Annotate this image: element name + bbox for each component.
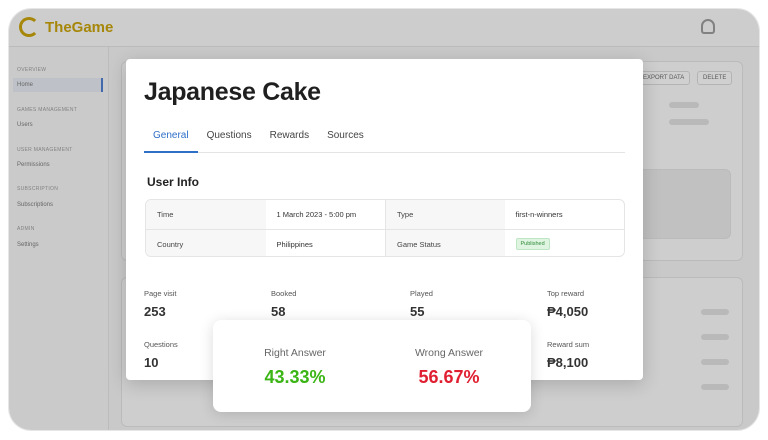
status-badge: Published: [515, 238, 550, 250]
wrong-answer-value: 56.67%: [418, 367, 480, 387]
time-label: Time: [146, 200, 266, 229]
stat-value: 58: [271, 304, 286, 319]
stat-page-visit: Page visit 253: [144, 289, 177, 319]
right-answer-value: 43.33%: [264, 367, 326, 387]
stat-value: 10: [144, 355, 159, 370]
stat-played: Played 55: [410, 289, 433, 319]
status-cell: Published: [505, 230, 625, 256]
table-row: Time 1 March 2023 - 5:00 pm Type first-n…: [146, 200, 624, 229]
wrong-answer-label: Wrong Answer: [414, 347, 484, 359]
answer-ratio-card: Right Answer 43.33% Wrong Answer 56.67%: [213, 320, 531, 412]
stat-reward-sum: Reward sum ₱8,100: [547, 340, 589, 370]
stat-top-reward: Top reward ₱4,050: [547, 289, 588, 319]
tab-rewards[interactable]: Rewards: [261, 129, 318, 153]
stat-value: ₱4,050: [547, 304, 589, 319]
country-value: Philippines: [276, 239, 313, 249]
stat-booked: Booked 58: [271, 289, 296, 319]
tab-general[interactable]: General: [144, 129, 198, 153]
stat-label: Page visit: [144, 289, 177, 298]
type-value: first-n-winners: [515, 210, 563, 219]
stat-label: Booked: [271, 289, 297, 298]
stat-value: ₱8,100: [547, 355, 589, 370]
country-label: Country: [146, 230, 266, 256]
user-info-table: Time 1 March 2023 - 5:00 pm Type first-n…: [145, 199, 625, 257]
modal-title: Japanese Cake: [144, 78, 321, 106]
time-value: 1 March 2023 - 5:00 pm: [276, 210, 357, 219]
stat-label: Top reward: [547, 289, 585, 298]
stat-value: 55: [410, 304, 425, 319]
tab-sources[interactable]: Sources: [318, 129, 373, 153]
stat-questions: Questions 10: [144, 340, 178, 370]
tab-bar: General Questions Rewards Sources: [144, 129, 625, 153]
wrong-answer-block: Wrong Answer 56.67%: [379, 347, 519, 388]
right-answer-label: Right Answer: [264, 347, 326, 359]
table-row: Country Philippines Game Status Publishe…: [146, 229, 625, 256]
stat-label: Reward sum: [547, 340, 590, 349]
type-label: Type: [385, 200, 505, 229]
right-answer-block: Right Answer 43.33%: [225, 347, 365, 388]
tab-questions[interactable]: Questions: [198, 129, 261, 153]
section-title: User Info: [147, 175, 200, 189]
status-label: Game Status: [385, 230, 505, 256]
stat-label: Questions: [144, 340, 178, 349]
stat-label: Played: [410, 289, 433, 298]
stat-value: 253: [144, 304, 166, 319]
